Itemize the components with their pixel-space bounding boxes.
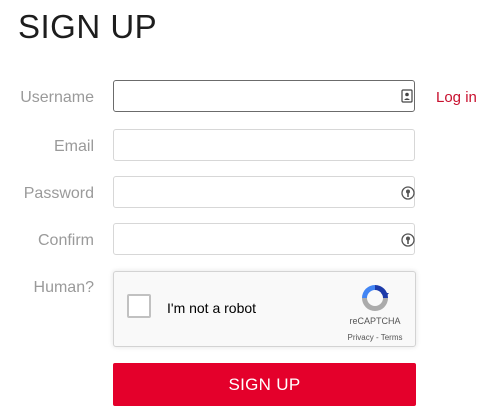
recaptcha-links: Privacy - Terms	[336, 333, 414, 342]
confirm-password-input[interactable]	[113, 223, 415, 255]
password-input[interactable]	[113, 176, 415, 208]
password-manager-key-icon[interactable]	[401, 186, 415, 200]
human-label: Human?	[33, 279, 94, 296]
page-title: SIGN UP	[18, 8, 158, 45]
recaptcha-link-separator: -	[373, 333, 381, 342]
sign-up-button[interactable]: SIGN UP	[113, 363, 416, 406]
recaptcha-label: I'm not a robot	[167, 300, 257, 316]
login-link[interactable]: Log in	[436, 89, 477, 107]
username-label: Username	[20, 89, 94, 106]
recaptcha-brand: reCAPTCHA	[349, 316, 401, 326]
recaptcha-logo-icon	[362, 285, 389, 311]
recaptcha-widget: I'm not a robot reCAPTCHA Privacy - Term…	[113, 271, 416, 347]
email-label: Email	[53, 138, 94, 155]
password-manager-key-icon[interactable]	[401, 233, 415, 247]
email-input[interactable]	[113, 129, 415, 161]
contact-card-icon[interactable]	[400, 89, 414, 103]
recaptcha-privacy-link[interactable]: Privacy	[348, 333, 374, 342]
recaptcha-checkbox[interactable]	[127, 294, 151, 318]
username-input[interactable]	[113, 80, 415, 112]
confirm-label: Confirm	[37, 232, 94, 249]
password-label: Password	[23, 185, 94, 202]
recaptcha-terms-link[interactable]: Terms	[381, 333, 403, 342]
